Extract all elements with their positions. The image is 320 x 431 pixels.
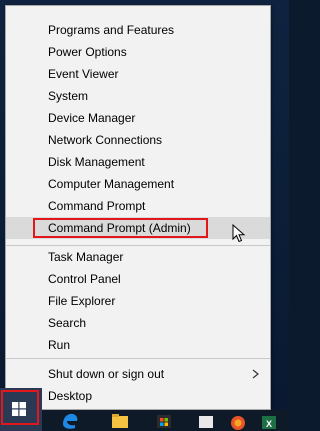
menu-item-device-manager[interactable]: Device Manager [6, 107, 270, 129]
excel-icon[interactable]: X [259, 410, 279, 430]
menu-item-network-connections[interactable]: Network Connections [6, 129, 270, 151]
menu-item-event-viewer[interactable]: Event Viewer [6, 63, 270, 85]
windows-store-icon[interactable] [154, 410, 174, 430]
winx-context-menu: Programs and Features Power Options Even… [5, 5, 271, 410]
menu-item-search[interactable]: Search [6, 312, 270, 334]
menu-item-label: Shut down or sign out [48, 367, 165, 381]
chevron-right-icon [252, 369, 259, 379]
menu-item-computer-management[interactable]: Computer Management [6, 173, 270, 195]
svg-text:X: X [266, 419, 272, 429]
menu-item-shut-down-or-sign-out[interactable]: Shut down or sign out [6, 363, 270, 385]
menu-item-command-prompt[interactable]: Command Prompt [6, 195, 270, 217]
highlight-annotation-box [33, 218, 208, 238]
menu-separator [6, 358, 270, 359]
browser-icon[interactable] [228, 410, 248, 430]
edge-browser-icon[interactable] [60, 410, 80, 430]
menu-item-programs-and-features[interactable]: Programs and Features [6, 19, 270, 41]
mouse-cursor-icon [232, 224, 246, 243]
menu-item-power-options[interactable]: Power Options [6, 41, 270, 63]
highlight-annotation-box [1, 390, 39, 425]
menu-item-task-manager[interactable]: Task Manager [6, 246, 270, 268]
menu-item-disk-management[interactable]: Disk Management [6, 151, 270, 173]
app-icon[interactable] [196, 410, 216, 430]
menu-item-file-explorer[interactable]: File Explorer [6, 290, 270, 312]
file-explorer-icon[interactable] [110, 410, 130, 430]
menu-item-system[interactable]: System [6, 85, 270, 107]
menu-item-run[interactable]: Run [6, 334, 270, 356]
menu-item-desktop[interactable]: Desktop [6, 385, 270, 407]
menu-item-control-panel[interactable]: Control Panel [6, 268, 270, 290]
